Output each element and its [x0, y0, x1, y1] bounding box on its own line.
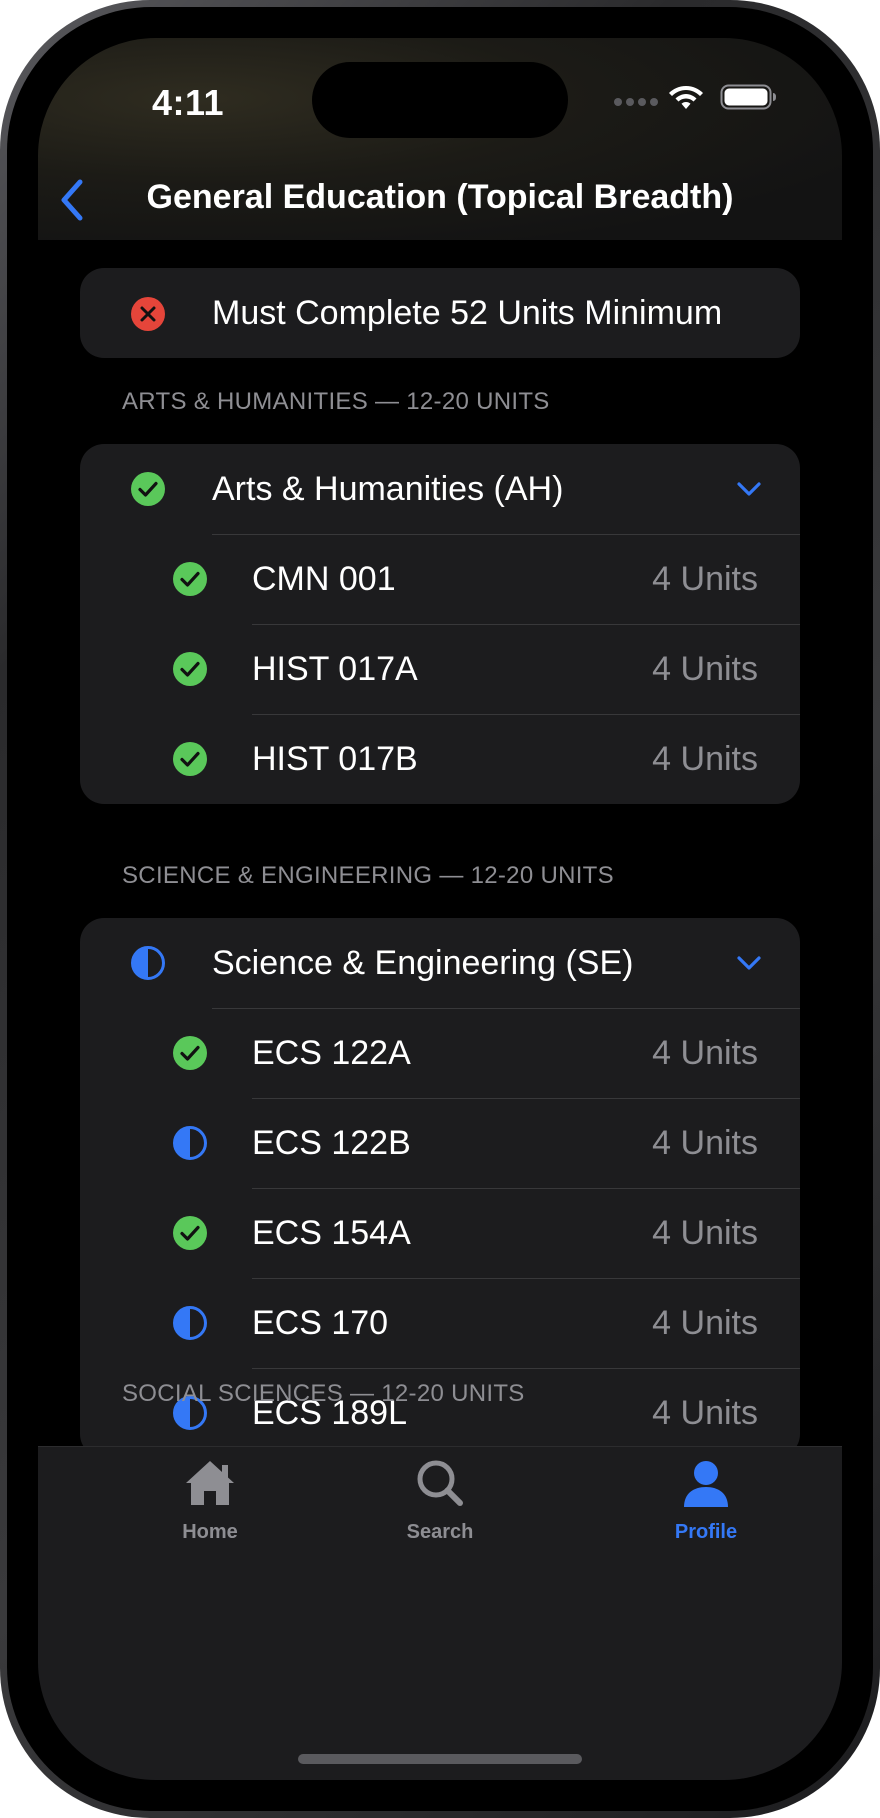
page-title: General Education (Topical Breadth): [146, 178, 734, 216]
checkmark-circle-icon: [173, 1216, 207, 1250]
course-row[interactable]: HIST 017B 4 Units: [80, 714, 800, 804]
screen: 4:11 General Education (Topical Breadth): [38, 38, 842, 1780]
checkmark-circle-icon: [173, 742, 207, 776]
section-header: ARTS & HUMANITIES — 12-20 UNITS: [122, 388, 550, 415]
section-header: SOCIAL SCIENCES — 12-20 UNITS: [122, 1380, 525, 1407]
chevron-down-icon[interactable]: [734, 474, 764, 504]
group-label: Arts & Humanities (AH): [212, 470, 564, 508]
course-row[interactable]: ECS 170 4 Units: [80, 1278, 800, 1368]
course-units: 4 Units: [652, 740, 758, 778]
tab-home-label: Home: [182, 1521, 238, 1543]
half-circle-icon: [173, 1306, 207, 1340]
half-circle-icon: [173, 1126, 207, 1160]
course-code: ECS 154A: [252, 1214, 411, 1252]
course-row[interactable]: ECS 122A 4 Units: [80, 1008, 800, 1098]
tab-bar: Home Search Profile: [38, 1446, 842, 1780]
course-units: 4 Units: [652, 1304, 758, 1342]
status-time: 4:11: [152, 82, 225, 123]
course-code: HIST 017A: [252, 650, 418, 688]
course-row[interactable]: ECS 122B 4 Units: [80, 1098, 800, 1188]
course-row[interactable]: CMN 001 4 Units: [80, 534, 800, 624]
scroll-content[interactable]: Must Complete 52 Units Minimum ARTS & HU…: [38, 240, 842, 1648]
course-code: CMN 001: [252, 560, 396, 598]
course-code: ECS 122B: [252, 1124, 411, 1162]
house-icon: [186, 1461, 234, 1505]
course-units: 4 Units: [652, 1124, 758, 1162]
course-units: 4 Units: [652, 560, 758, 598]
group-header-row[interactable]: Science & Engineering (SE): [80, 918, 800, 1008]
person-icon: [684, 1461, 728, 1507]
group-label: Science & Engineering (SE): [212, 944, 634, 982]
cellular-signal-icon: [614, 98, 658, 108]
tab-search[interactable]: Search: [340, 1447, 540, 1557]
group-header-row[interactable]: Arts & Humanities (AH): [80, 444, 800, 534]
x-circle-icon: [131, 297, 165, 331]
course-code: ECS 122A: [252, 1034, 411, 1072]
navigation-bar: General Education (Topical Breadth): [38, 158, 842, 240]
requirement-text: Must Complete 52 Units Minimum: [212, 294, 723, 332]
back-button[interactable]: [52, 176, 92, 224]
checkmark-circle-icon: [173, 1036, 207, 1070]
checkmark-circle-icon: [173, 652, 207, 686]
course-code: ECS 170: [252, 1304, 389, 1342]
tab-profile[interactable]: Profile: [606, 1447, 806, 1557]
requirement-card: Science & Engineering (SE) ECS 122A 4 Unit…: [80, 918, 800, 1458]
course-units: 4 Units: [652, 1034, 758, 1072]
wifi-icon: [669, 86, 703, 109]
course-code: HIST 017B: [252, 740, 418, 778]
status-bar: 4:11: [38, 38, 842, 158]
battery-icon: [720, 84, 776, 110]
course-row[interactable]: HIST 017A 4 Units: [80, 624, 800, 714]
checkmark-circle-icon: [131, 472, 165, 506]
chevron-left-icon: [61, 179, 83, 221]
tab-home[interactable]: Home: [110, 1447, 310, 1557]
units-requirement-banner: Must Complete 52 Units Minimum: [80, 268, 800, 358]
magnifying-glass-icon: [417, 1460, 463, 1506]
course-units: 4 Units: [652, 1214, 758, 1252]
requirement-card: Arts & Humanities (AH) CMN 001 4 Units HIST…: [80, 444, 800, 804]
dynamic-island: [312, 62, 568, 138]
home-indicator: [298, 1754, 582, 1764]
course-row[interactable]: ECS 154A 4 Units: [80, 1188, 800, 1278]
tab-search-label: Search: [406, 1521, 474, 1543]
tab-profile-label: Profile: [674, 1521, 738, 1543]
section-header: SCIENCE & ENGINEERING — 12-20 UNITS: [122, 862, 614, 889]
course-units: 4 Units: [652, 1394, 758, 1432]
checkmark-circle-icon: [173, 562, 207, 596]
half-circle-icon: [131, 946, 165, 980]
course-units: 4 Units: [652, 650, 758, 688]
chevron-down-icon[interactable]: [734, 948, 764, 978]
